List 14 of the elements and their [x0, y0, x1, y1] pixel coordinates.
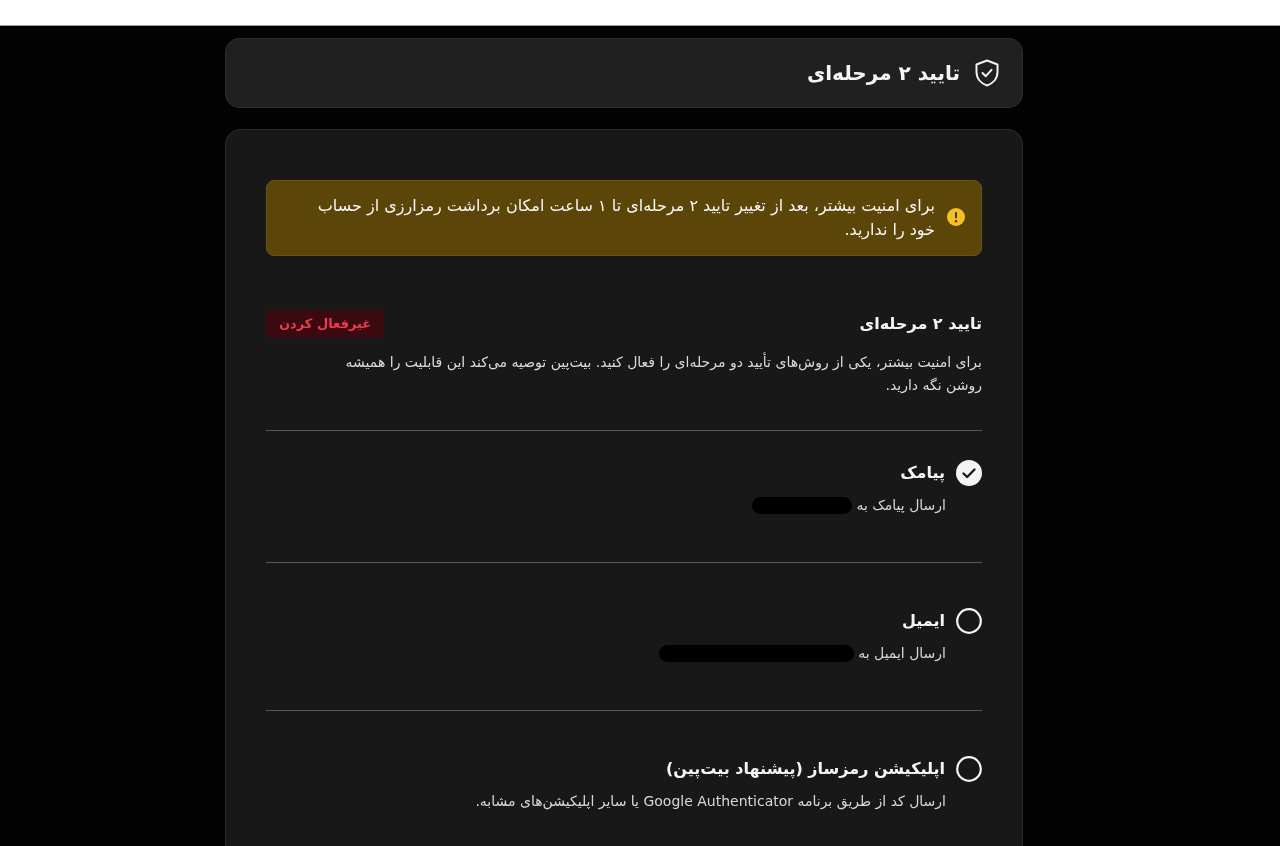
radio-button-icon[interactable] [956, 608, 982, 634]
page-title: تایید ۲ مرحله‌ای [806, 60, 960, 87]
shield-check-icon [974, 59, 1000, 87]
radio-button-icon[interactable] [956, 756, 982, 782]
method-description: ارسال پیامک به [856, 496, 946, 516]
warning-text: برای امنیت بیشتر، بعد از تغییر تایید ۲ مرحله‌ای تا ۱ ساعت امکان برداشت رمزارزی از حساب خود را ندارید. [316, 195, 935, 242]
method-title[interactable]: ایمیل [901, 609, 945, 633]
deactivate-button[interactable]: غیرفعال کردن [266, 310, 385, 338]
method-title[interactable]: پیامک [900, 461, 945, 485]
method-description: ارسال ایمیل به [858, 644, 946, 664]
warning-icon [947, 208, 965, 226]
section-description: برای امنیت بیشتر، یکی از روش‌های تأیید دو مرحله‌ای را فعال کنید. بیت‌پین توصیه می‌کند این قابلیت را همیشه روشن نگه دارید. [344, 351, 982, 396]
radio-checked-icon[interactable] [956, 460, 982, 486]
section-title: تایید ۲ مرحله‌ای [859, 313, 982, 335]
